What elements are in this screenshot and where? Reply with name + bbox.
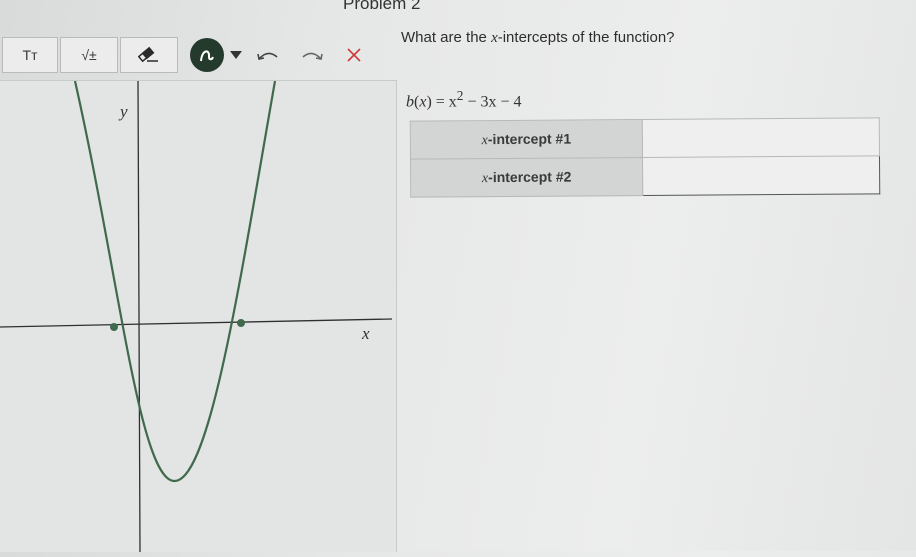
intercept-2-input[interactable] bbox=[642, 155, 880, 196]
parabola-curve[interactable] bbox=[73, 80, 277, 483]
undo-button[interactable] bbox=[255, 47, 281, 63]
close-icon bbox=[347, 48, 361, 62]
x-axis-label: x bbox=[361, 324, 370, 343]
question-text: What are the x-intercepts of the functio… bbox=[401, 29, 675, 46]
undo-icon bbox=[257, 52, 278, 60]
redo-icon bbox=[302, 52, 323, 60]
text-tool-button[interactable]: Tт bbox=[2, 37, 58, 73]
eraser-icon bbox=[138, 46, 158, 63]
answer-table: x-intercept #1 x-intercept #2 bbox=[410, 117, 881, 198]
redo-button[interactable] bbox=[299, 47, 325, 63]
intercept-1-label: x-intercept #1 bbox=[410, 119, 643, 160]
y-axis bbox=[137, 80, 141, 553]
draw-curve-button[interactable] bbox=[190, 38, 224, 72]
intercept-point-2[interactable] bbox=[237, 319, 245, 327]
table-row: x-intercept #1 bbox=[410, 117, 880, 160]
drawing-toolbar: Tт √± bbox=[2, 36, 363, 74]
intercept-1-input[interactable] bbox=[642, 117, 880, 158]
table-row: x-intercept #2 bbox=[410, 155, 880, 198]
curve-draw-icon bbox=[200, 50, 214, 62]
intercept-2-label: x-intercept #2 bbox=[410, 157, 643, 198]
eraser-button[interactable] bbox=[120, 37, 178, 73]
y-axis-label: y bbox=[118, 102, 128, 121]
function-expression: b(x) = x2 − 3x − 4 bbox=[406, 88, 522, 111]
triangle-down-icon bbox=[230, 51, 242, 59]
intercept-point-1[interactable] bbox=[110, 323, 118, 331]
clear-button[interactable] bbox=[345, 46, 363, 64]
math-tool-button[interactable]: √± bbox=[60, 37, 118, 73]
x-axis bbox=[0, 318, 393, 328]
problem-title: Problem 2 bbox=[343, 0, 421, 13]
graph-canvas[interactable]: y x bbox=[0, 80, 397, 553]
graph-svg[interactable]: y x bbox=[0, 80, 396, 553]
draw-tool-dropdown[interactable] bbox=[229, 50, 243, 60]
